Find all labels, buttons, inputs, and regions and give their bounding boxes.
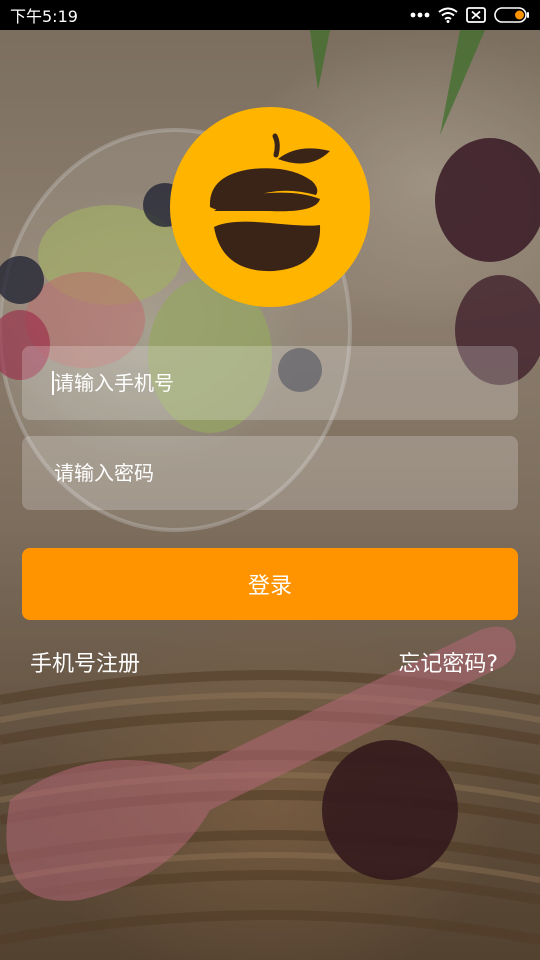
no-sim-icon xyxy=(466,7,486,23)
status-time: 下午5:19 xyxy=(10,7,78,26)
phone-input[interactable] xyxy=(22,346,518,420)
login-button[interactable]: 登录 xyxy=(22,548,518,620)
register-link[interactable]: 手机号注册 xyxy=(30,646,140,678)
password-field[interactable] xyxy=(22,436,518,510)
app-logo xyxy=(170,107,370,307)
wifi-icon xyxy=(438,7,458,23)
battery-icon xyxy=(494,7,529,23)
status-bar: 下午5:19 xyxy=(0,0,540,30)
phone-field[interactable] xyxy=(22,346,518,420)
more-dots-icon xyxy=(410,12,430,18)
forgot-password-link[interactable]: 忘记密码? xyxy=(398,646,498,678)
text-cursor xyxy=(52,371,54,395)
status-icons xyxy=(410,7,530,23)
password-input[interactable] xyxy=(22,436,518,510)
